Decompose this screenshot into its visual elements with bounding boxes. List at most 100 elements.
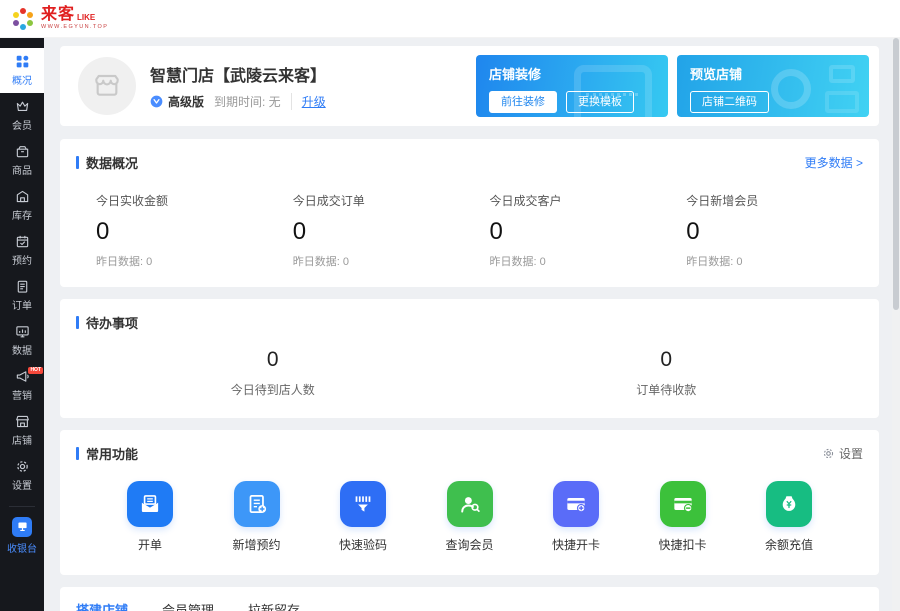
todo-item: 0 今日待到店人数 bbox=[76, 348, 470, 398]
promo-title: 店铺装修 bbox=[489, 64, 655, 83]
crown-member-icon bbox=[15, 99, 30, 114]
sidebar-item-settings[interactable]: 设置 bbox=[0, 453, 44, 498]
promo-card-preview: 预览店铺 店铺二维码 bbox=[677, 55, 869, 117]
sidebar-item-products[interactable]: 商品 bbox=[0, 138, 44, 183]
brand-pinwheel-icon bbox=[10, 6, 36, 32]
upgrade-link[interactable]: 升级 bbox=[302, 93, 326, 110]
sidebar-item-cashier[interactable]: 收银台 bbox=[0, 513, 44, 558]
quick-item-open-bill[interactable]: 开单 bbox=[104, 481, 196, 553]
stat-sub: 昨日数据: 0 bbox=[490, 253, 667, 269]
tab-member-management[interactable]: 会员管理 bbox=[162, 600, 214, 611]
tab-build-shop[interactable]: 搭建店铺 bbox=[76, 600, 128, 611]
card-deduct-icon bbox=[660, 481, 706, 527]
sidebar-item-members[interactable]: 会员 bbox=[0, 93, 44, 138]
go-decorate-button[interactable]: 前往装修 bbox=[489, 91, 557, 113]
barcode-scan-icon bbox=[340, 481, 386, 527]
todo-card: 待办事项 0 今日待到店人数 0 订单待收款 bbox=[60, 299, 879, 418]
quick-item-recharge[interactable]: 余额充值 bbox=[743, 481, 835, 553]
stat-label: 今日实收金额 bbox=[96, 192, 273, 209]
quick-item-label: 开单 bbox=[138, 536, 162, 553]
sidebar-item-appointments[interactable]: 预约 bbox=[0, 228, 44, 273]
scrollbar-thumb[interactable] bbox=[893, 38, 899, 310]
stat-value: 0 bbox=[490, 218, 667, 246]
title-accent-bar bbox=[76, 447, 79, 460]
section-title: 待办事项 bbox=[86, 313, 138, 332]
quick-item-open-card[interactable]: 快捷开卡 bbox=[530, 481, 622, 553]
quick-item-label: 快捷扣卡 bbox=[658, 536, 706, 553]
stat-item: 今日成交客户 0 昨日数据: 0 bbox=[470, 192, 667, 269]
change-template-button[interactable]: 更换模板 bbox=[566, 91, 634, 113]
tab-acquisition-retention[interactable]: 拉新留存 bbox=[248, 600, 300, 611]
sidebar-item-label: 收银台 bbox=[7, 540, 37, 555]
data-chart-icon bbox=[15, 324, 30, 339]
quick-settings-button[interactable]: 设置 bbox=[822, 445, 863, 462]
sidebar-item-label: 设置 bbox=[12, 477, 32, 492]
invoice-icon bbox=[127, 481, 173, 527]
box-product-icon bbox=[15, 144, 30, 159]
more-data-link[interactable]: 更多数据 > bbox=[805, 154, 863, 171]
sidebar-item-inventory[interactable]: 库存 bbox=[0, 183, 44, 228]
shop-qrcode-button[interactable]: 店铺二维码 bbox=[690, 91, 769, 113]
gear-icon bbox=[822, 447, 835, 460]
sidebar-item-label: 营销 bbox=[12, 387, 32, 402]
data-overview-card: 数据概况 更多数据 > 今日实收金额 0 昨日数据: 0 今日成交订单 0 昨日… bbox=[60, 139, 879, 287]
sidebar-divider bbox=[9, 506, 35, 507]
vertical-scrollbar bbox=[892, 38, 900, 611]
promo-title: 预览店铺 bbox=[690, 64, 856, 83]
verified-badge-icon bbox=[150, 95, 163, 108]
section-title: 数据概况 bbox=[86, 153, 138, 172]
stat-item: 今日成交订单 0 昨日数据: 0 bbox=[273, 192, 470, 269]
sidebar-item-label: 库存 bbox=[12, 207, 32, 222]
quick-functions-card: 常用功能 设置 开单 bbox=[60, 430, 879, 575]
todo-value: 0 bbox=[76, 348, 470, 372]
store-avatar-icon bbox=[91, 70, 123, 102]
promo-cards: 店铺装修 前往装修 更换模板 预览店铺 店铺二维码 bbox=[476, 55, 869, 117]
brand-name: 来客 bbox=[41, 7, 75, 23]
money-bag-icon bbox=[766, 481, 812, 527]
storefront-icon bbox=[15, 414, 30, 429]
sidebar: 概况 会员 商品 库存 预约 订单 bbox=[0, 38, 44, 611]
sidebar-item-label: 数据 bbox=[12, 342, 32, 357]
guide-card: 搭建店铺 会员管理 拉新留存 服务管理 卡项管理 店铺信 bbox=[60, 587, 879, 611]
quick-item-new-appointment[interactable]: 新增预约 bbox=[211, 481, 303, 553]
stat-value: 0 bbox=[293, 218, 470, 246]
quick-item-label: 余额充值 bbox=[765, 536, 813, 553]
section-title: 常用功能 bbox=[86, 444, 138, 463]
card-add-icon bbox=[553, 481, 599, 527]
sidebar-item-label: 概况 bbox=[12, 72, 32, 87]
stat-sub: 昨日数据: 0 bbox=[686, 253, 863, 269]
calendar-check-icon bbox=[15, 234, 30, 249]
user-search-icon bbox=[447, 481, 493, 527]
gear-icon bbox=[15, 459, 30, 474]
sidebar-item-shop[interactable]: 店铺 bbox=[0, 408, 44, 453]
sidebar-item-label: 会员 bbox=[12, 117, 32, 132]
megaphone-icon bbox=[15, 369, 30, 384]
stat-item: 今日新增会员 0 昨日数据: 0 bbox=[666, 192, 863, 269]
quick-item-verify-code[interactable]: 快速验码 bbox=[317, 481, 409, 553]
cash-register-icon bbox=[12, 517, 32, 537]
stat-value: 0 bbox=[686, 218, 863, 246]
quick-item-search-member[interactable]: 查询会员 bbox=[424, 481, 516, 553]
quick-settings-label: 设置 bbox=[839, 445, 863, 462]
quick-item-label: 新增预约 bbox=[232, 536, 280, 553]
guide-tabs: 搭建店铺 会员管理 拉新留存 bbox=[76, 600, 863, 611]
sidebar-item-overview[interactable]: 概况 bbox=[0, 48, 44, 93]
sidebar-item-marketing[interactable]: HOT 营销 bbox=[0, 363, 44, 408]
sidebar-item-orders[interactable]: 订单 bbox=[0, 273, 44, 318]
todo-item: 0 订单待收款 bbox=[470, 348, 864, 398]
stat-label: 今日成交客户 bbox=[490, 192, 667, 209]
warehouse-icon bbox=[15, 189, 30, 204]
promo-card-decorate: 店铺装修 前往装修 更换模板 bbox=[476, 55, 668, 117]
brand-text: 来客 LIKE WWW.EGYUN.TOP bbox=[41, 7, 108, 31]
quick-item-label: 快速验码 bbox=[339, 536, 387, 553]
quick-item-deduct-card[interactable]: 快捷扣卡 bbox=[637, 481, 729, 553]
sidebar-item-label: 商品 bbox=[12, 162, 32, 177]
sidebar-item-data[interactable]: 数据 bbox=[0, 318, 44, 363]
stat-sub: 昨日数据: 0 bbox=[96, 253, 273, 269]
main-content: 智慧门店【武陵云来客】 高级版 到期时间: 无 升级 店铺装修 前往装修 更换模… bbox=[44, 38, 900, 611]
brand-logo[interactable]: 来客 LIKE WWW.EGYUN.TOP bbox=[10, 6, 108, 32]
sidebar-item-label: 预约 bbox=[12, 252, 32, 267]
title-accent-bar bbox=[76, 316, 79, 329]
quick-item-label: 快捷开卡 bbox=[552, 536, 600, 553]
doc-plus-icon bbox=[234, 481, 280, 527]
